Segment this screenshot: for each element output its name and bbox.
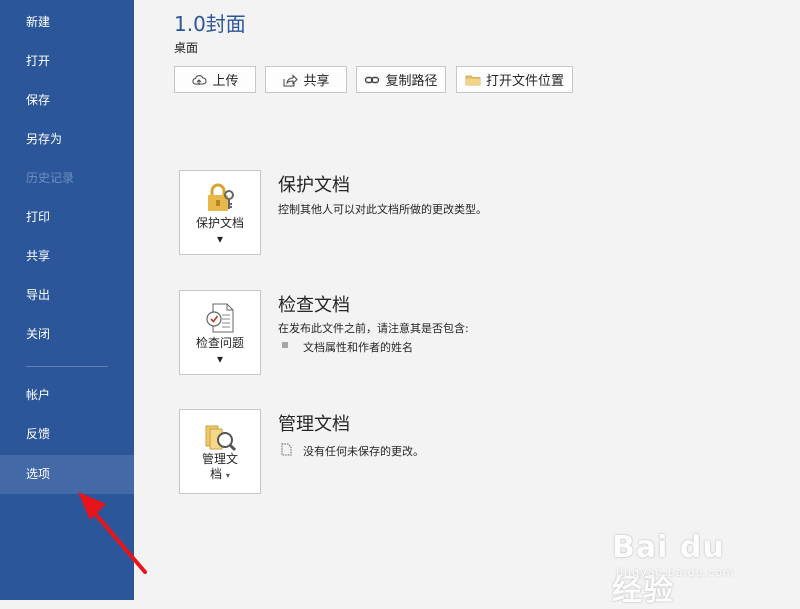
nav-close[interactable]: 关闭 xyxy=(0,315,134,354)
folder-icon xyxy=(465,75,481,85)
nav-feedback[interactable]: 反馈 xyxy=(0,415,134,454)
inspect-bullet-item: 文档属性和作者的姓名 xyxy=(303,341,413,354)
red-annotation-arrow-icon xyxy=(78,492,147,574)
protect-document-description: 控制其他人可以对此文档所做的更改类型。 xyxy=(278,203,487,216)
upload-button[interactable]: 上传 xyxy=(174,66,256,93)
manage-document-description: 没有任何未保存的更改。 xyxy=(303,445,424,458)
inspect-document-icon xyxy=(206,303,234,333)
manage-dropdown-caret-icon: ▾ xyxy=(225,471,230,480)
nav-save-as[interactable]: 另存为 xyxy=(0,120,134,159)
nav-share[interactable]: 共享 xyxy=(0,237,134,276)
manage-document-label-line2: 档 xyxy=(210,467,223,481)
cloud-upload-icon xyxy=(192,74,207,85)
protect-dropdown-caret-icon: ▾ xyxy=(216,232,224,246)
nav-export[interactable]: 导出 xyxy=(0,276,134,315)
inspect-document-title: 检查文档 xyxy=(278,295,350,316)
manage-document-label-line1: 管理文 xyxy=(201,452,238,466)
upload-label: 上传 xyxy=(212,74,239,89)
manage-document-title: 管理文档 xyxy=(278,414,350,435)
nav-open[interactable]: 打开 xyxy=(0,42,134,81)
nav-new[interactable]: 新建 xyxy=(0,3,134,42)
manage-document-icon xyxy=(205,425,237,452)
bullet-square-icon xyxy=(282,342,288,348)
baidu-jingyan-watermark: Bai du 经验 jingyan.baidu.com xyxy=(612,518,762,608)
nav-print[interactable]: 打印 xyxy=(0,198,134,237)
open-file-location-button[interactable]: 打开文件位置 xyxy=(456,66,573,93)
link-icon xyxy=(365,76,380,83)
share-icon xyxy=(283,73,299,86)
watermark-url: jingyan.baidu.com xyxy=(616,566,735,579)
inspect-document-description: 在发布此文件之前，请注意其是否包含: xyxy=(278,322,469,335)
document-title: 1.0封面 xyxy=(174,12,246,36)
share-label: 共享 xyxy=(303,74,330,89)
manage-document-button[interactable]: 管理文 档 ▾ xyxy=(179,409,261,494)
nav-history: 历史记录 xyxy=(26,171,75,185)
copy-path-label: 复制路径 xyxy=(385,74,438,89)
manage-document-label-line2-row: 档 ▾ xyxy=(180,468,260,482)
check-for-issues-label: 检查问题 xyxy=(195,336,244,350)
protect-document-button[interactable]: 保护文档 ▾ xyxy=(179,170,261,255)
nav-account[interactable]: 帐户 xyxy=(0,376,134,415)
nav-divider xyxy=(26,366,108,367)
protect-document-label: 保护文档 xyxy=(195,216,244,230)
protect-document-title: 保护文档 xyxy=(278,175,350,196)
document-location: 桌面 xyxy=(174,41,199,55)
copy-path-button[interactable]: 复制路径 xyxy=(356,66,446,93)
nav-save[interactable]: 保存 xyxy=(0,81,134,120)
share-button[interactable]: 共享 xyxy=(265,66,347,93)
check-for-issues-button[interactable]: 检查问题 ▾ xyxy=(179,290,261,375)
inspect-dropdown-caret-icon: ▾ xyxy=(216,352,224,366)
page-dotted-icon xyxy=(281,443,292,456)
open-file-location-label: 打开文件位置 xyxy=(485,74,564,89)
lock-key-icon xyxy=(208,183,234,211)
